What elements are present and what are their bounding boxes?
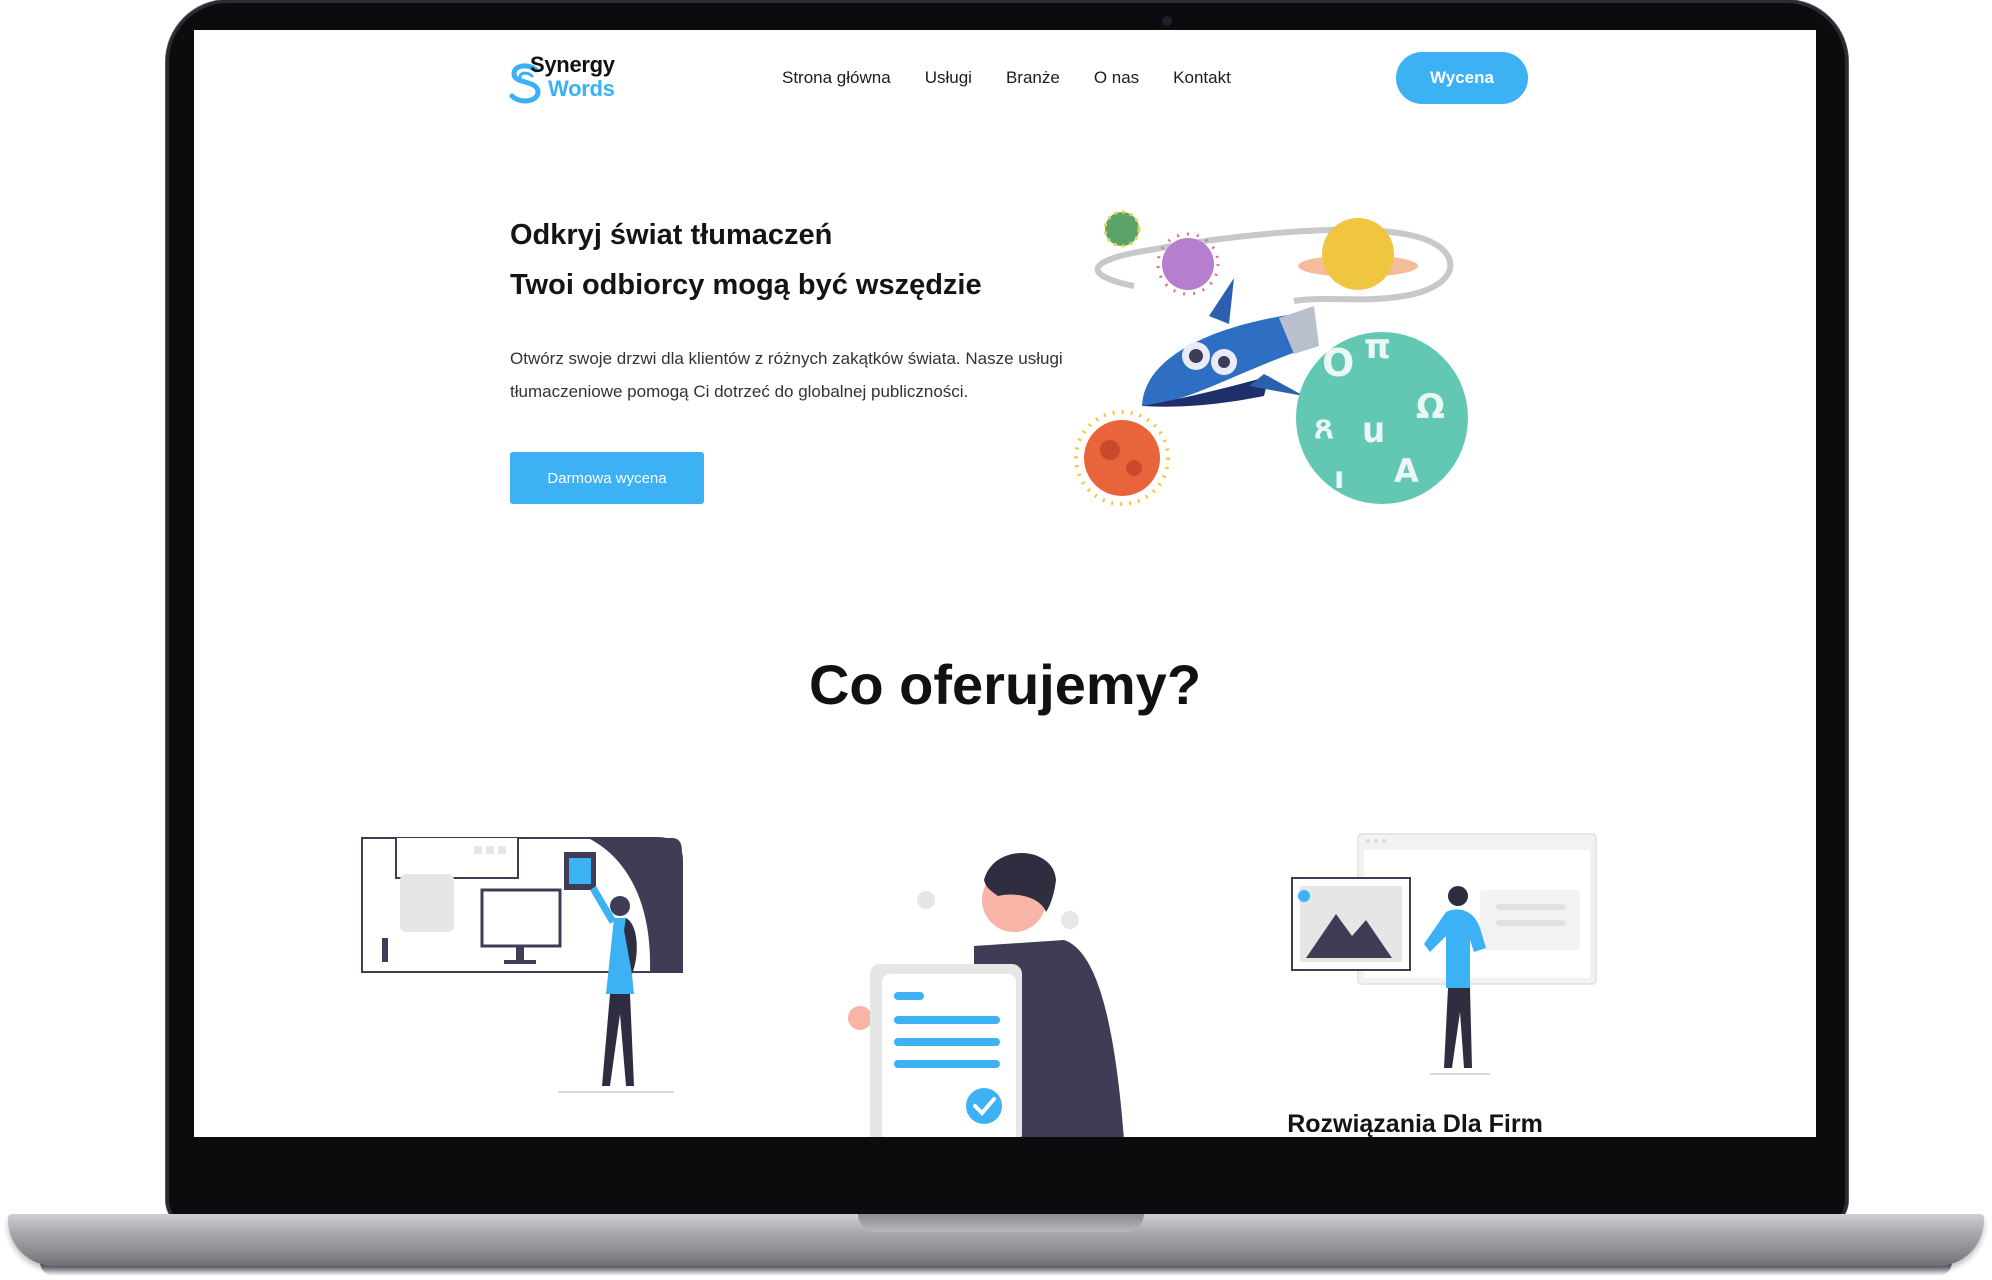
nav-about[interactable]: O nas	[1094, 68, 1139, 88]
camera-dot	[1162, 16, 1172, 26]
svg-text:A: A	[1394, 452, 1419, 490]
free-quote-button[interactable]: Darmowa wycena	[510, 452, 704, 504]
document-man-illustration	[848, 852, 1124, 1137]
svg-text:ս: ս	[1362, 410, 1385, 451]
hero-description: Otwórz swoje drzwi dla klientów z różnyc…	[510, 349, 1063, 401]
svg-text:ጸ: ጸ	[1314, 407, 1334, 447]
svg-text:π: π	[1364, 327, 1391, 367]
hero-title-line-1: Odkryj świat tłumaczeń	[510, 219, 833, 251]
nav-services[interactable]: Usługi	[925, 68, 972, 88]
laptop-notch	[858, 1214, 1144, 1232]
nav-industries[interactable]: Branże	[1006, 68, 1060, 88]
nav-home[interactable]: Strona główna	[782, 68, 891, 88]
card-title-business-solutions: Rozwiązania Dla Firm	[1287, 1110, 1543, 1137]
space-rocket-illustration: O π ጸ ս Ω A ı	[1074, 210, 1468, 506]
main-nav: Strona główna Usługi Branże O nas Kontak…	[782, 68, 1231, 88]
nav-contact[interactable]: Kontakt	[1173, 68, 1231, 88]
site-logo[interactable]: Synergy Words	[508, 52, 628, 104]
svg-text:O: O	[1322, 341, 1354, 385]
svg-text:ı: ı	[1334, 461, 1344, 496]
svg-text:Ω: Ω	[1416, 387, 1445, 427]
board-woman-illustration	[361, 837, 683, 1093]
presentation-man-illustration	[1291, 833, 1597, 1075]
logo-text-words: Words	[548, 76, 615, 101]
hero-title: Odkryj świat tłumaczeń Twoi odbiorcy mog…	[510, 210, 982, 310]
quote-button[interactable]: Wycena	[1396, 52, 1528, 104]
browser-viewport: Synergy Words Strona główna Usługi Branż…	[194, 30, 1816, 1137]
offer-section-title: Co oferujemy?	[808, 653, 1202, 716]
logo-text-synergy: Synergy	[530, 52, 615, 77]
hero-title-line-2: Twoi odbiorcy mogą być wszędzie	[510, 269, 982, 301]
